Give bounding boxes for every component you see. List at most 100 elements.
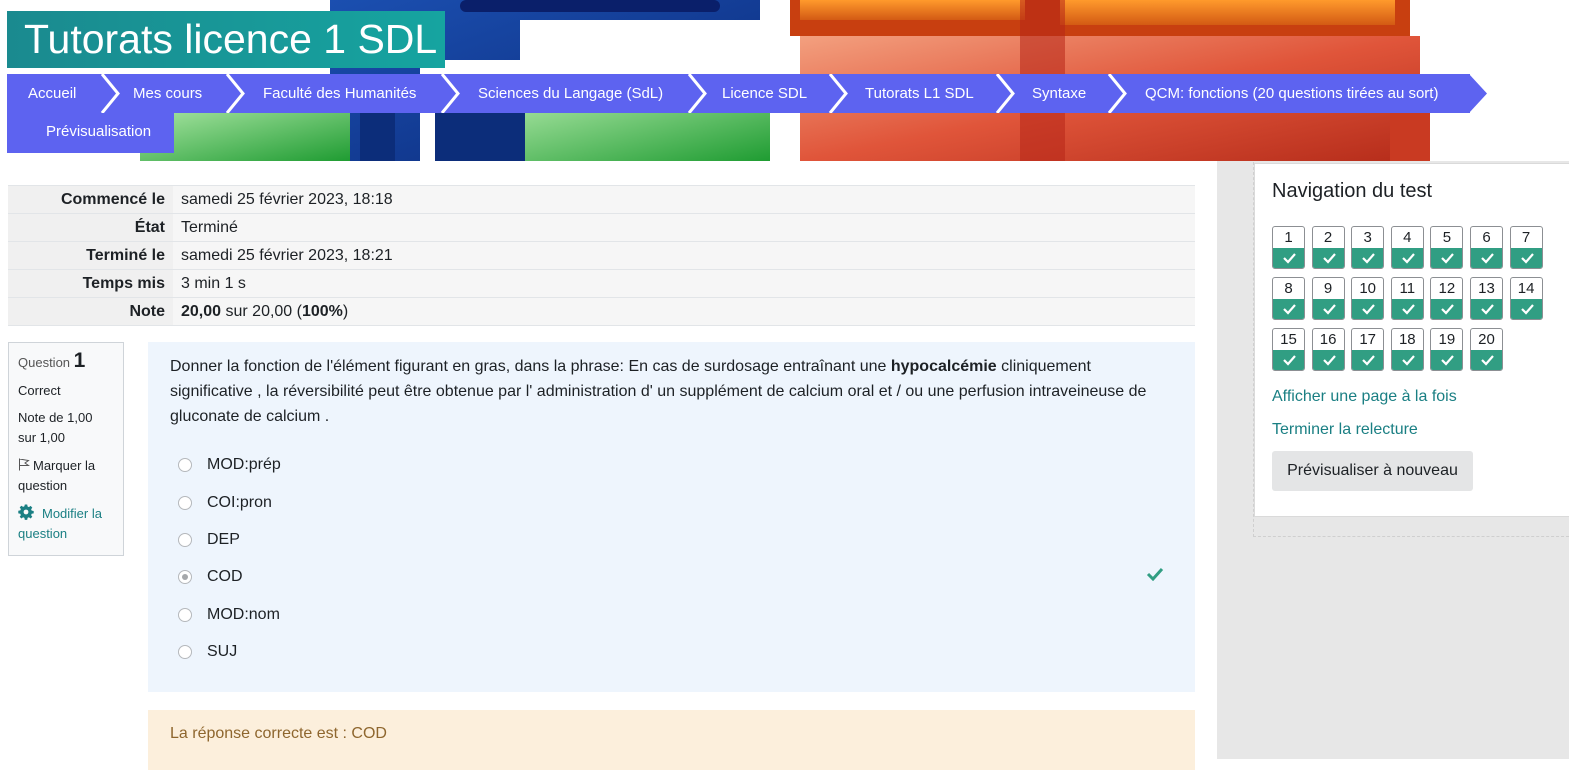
question-nav-state: [1431, 299, 1463, 319]
question-nav-number: 11: [1399, 280, 1416, 297]
breadcrumb-label: Tutorats L1 SDL: [865, 85, 974, 102]
breadcrumb-label: Sciences du Langage (SdL): [478, 85, 664, 102]
check-icon: [1481, 304, 1494, 315]
breadcrumb-label: Syntaxe: [1032, 85, 1087, 102]
question-nav-number: 4: [1403, 229, 1412, 246]
question-nav-state: [1471, 350, 1502, 370]
check-icon: [1322, 253, 1336, 264]
question-nav-number: 14: [1517, 280, 1535, 297]
breadcrumb-label: QCM: fonctions (20 questions tirées au s…: [1145, 85, 1439, 102]
question-nav-state: [1431, 350, 1463, 370]
answer-radio[interactable]: [178, 496, 192, 510]
answer-radio[interactable]: [178, 645, 192, 659]
check-icon: [1362, 253, 1376, 264]
attempt-summary-table: Commencé le samedi 25 février 2023, 18:1…: [8, 185, 1195, 326]
question-nav-button[interactable]: 3: [1351, 226, 1385, 269]
grade-end: ): [342, 302, 349, 320]
question-nav-number: 8: [1284, 280, 1293, 297]
breadcrumb-item-previsualisation[interactable]: Prévisualisation: [7, 113, 174, 153]
question-nav-button[interactable]: 1: [1272, 226, 1305, 269]
question-nav-button[interactable]: 2: [1311, 226, 1345, 269]
answer-label: MOD:nom: [207, 606, 280, 623]
flag-icon: [19, 458, 31, 471]
question-nav-button[interactable]: 9: [1311, 277, 1345, 320]
question-nav-button[interactable]: 11: [1390, 277, 1424, 320]
question-nav-button[interactable]: 8: [1272, 277, 1305, 320]
question-nav-button[interactable]: 7: [1509, 226, 1543, 269]
preview-again-button[interactable]: Prévisualiser à nouveau: [1272, 451, 1473, 491]
check-icon: [1362, 355, 1376, 366]
breadcrumb-separator: [995, 74, 1015, 113]
grade-percent: 100%: [301, 302, 343, 320]
breadcrumb-item-tutorats-l1[interactable]: Tutorats L1 SDL: [833, 74, 1000, 113]
check-icon: [1402, 355, 1415, 366]
answer-radio[interactable]: [178, 533, 192, 547]
breadcrumb-label: Licence SDL: [722, 85, 808, 102]
check-icon: [1283, 304, 1296, 315]
breadcrumb-item-sciences-langage[interactable]: Sciences du Langage (SdL): [445, 74, 692, 113]
show-one-page-link[interactable]: Afficher une page à la fois: [1272, 388, 1457, 406]
breadcrumb-label: Mes cours: [133, 85, 203, 102]
summary-value: 20,00 sur 20,00 (100%): [173, 297, 1195, 326]
question-nav-button[interactable]: 17: [1351, 328, 1385, 371]
breadcrumb-separator: [828, 74, 848, 113]
question-nav-button[interactable]: 10: [1351, 277, 1385, 320]
breadcrumb-item-accueil[interactable]: Accueil: [7, 74, 105, 113]
question-nav-state: [1391, 248, 1423, 268]
question-nav-button[interactable]: 5: [1430, 226, 1464, 269]
check-icon: [1402, 304, 1415, 315]
breadcrumb-separator: [440, 74, 460, 113]
breadcrumb-separator: [1107, 74, 1127, 113]
question-nav-button[interactable]: 15: [1272, 328, 1305, 371]
question-label: Question: [18, 355, 71, 370]
question-nav-number: 17: [1359, 331, 1377, 348]
edit-question-link[interactable]: Modifier la question: [18, 504, 114, 544]
question-text-start: Donner la fonction de l'élément figurant…: [170, 358, 891, 375]
answer-radio[interactable]: [178, 458, 192, 472]
question-nav-button[interactable]: 19: [1430, 328, 1464, 371]
answer-radio-checked[interactable]: [178, 570, 192, 584]
finish-review-link[interactable]: Terminer la relecture: [1272, 421, 1418, 439]
breadcrumb-item-faculte[interactable]: Faculté des Humanités: [230, 74, 445, 113]
answer-radio[interactable]: [178, 608, 192, 622]
question-nav-number: 3: [1363, 229, 1372, 246]
question-nav-number: 10: [1359, 280, 1377, 297]
breadcrumb-separator: [100, 74, 120, 113]
question-nav-number: 6: [1482, 229, 1491, 246]
question-nav-state: [1471, 299, 1502, 319]
question-nav-button[interactable]: 4: [1390, 226, 1424, 269]
question-nav-button[interactable]: 18: [1390, 328, 1424, 371]
gear-icon: [18, 504, 34, 520]
question-nav-state: [1510, 248, 1542, 268]
question-info: Question 1 Correct Note de 1,00 sur 1,00…: [8, 342, 124, 556]
summary-value: samedi 25 février 2023, 18:18: [173, 185, 1195, 214]
question-nav-button[interactable]: 14: [1509, 277, 1543, 320]
summary-row-started: Commencé le samedi 25 février 2023, 18:1…: [8, 185, 1195, 214]
flag-question-button[interactable]: Marquer la question: [18, 456, 114, 496]
question-nav-state: [1471, 248, 1502, 268]
answer-label: COD: [207, 568, 243, 585]
summary-row-completed: Terminé le samedi 25 février 2023, 18:21: [8, 241, 1195, 270]
question-grade: Note de 1,00 sur 1,00: [18, 410, 93, 445]
question-nav-button[interactable]: 13: [1470, 277, 1503, 320]
breadcrumb-item-qcm[interactable]: QCM: fonctions (20 questions tirées au s…: [1112, 74, 1470, 113]
question-number-value: 1: [73, 349, 86, 372]
question-nav-button[interactable]: 20: [1470, 328, 1503, 371]
question-nav-number: 18: [1398, 331, 1416, 348]
answer-label: COI:pron: [207, 494, 272, 511]
check-icon: [1402, 253, 1415, 264]
question-nav-button[interactable]: 16: [1311, 328, 1345, 371]
question-nav-number: 19: [1438, 331, 1456, 348]
question-nav-button[interactable]: 6: [1470, 226, 1503, 269]
answer-label: MOD:prép: [207, 456, 281, 473]
answer-label: DEP: [207, 531, 240, 548]
site-title[interactable]: Tutorats licence 1 SDL: [7, 11, 445, 68]
question-nav-number: 1: [1284, 229, 1293, 246]
question-nav-button[interactable]: 12: [1430, 277, 1464, 320]
breadcrumb-item-mes-cours[interactable]: Mes cours: [105, 74, 230, 113]
breadcrumb-item-syntaxe[interactable]: Syntaxe: [1000, 74, 1112, 113]
question-nav-state: [1391, 350, 1423, 370]
breadcrumb-item-licence-sdl[interactable]: Licence SDL: [692, 74, 833, 113]
check-icon: [1481, 355, 1494, 366]
question-nav-number: 2: [1323, 229, 1333, 246]
